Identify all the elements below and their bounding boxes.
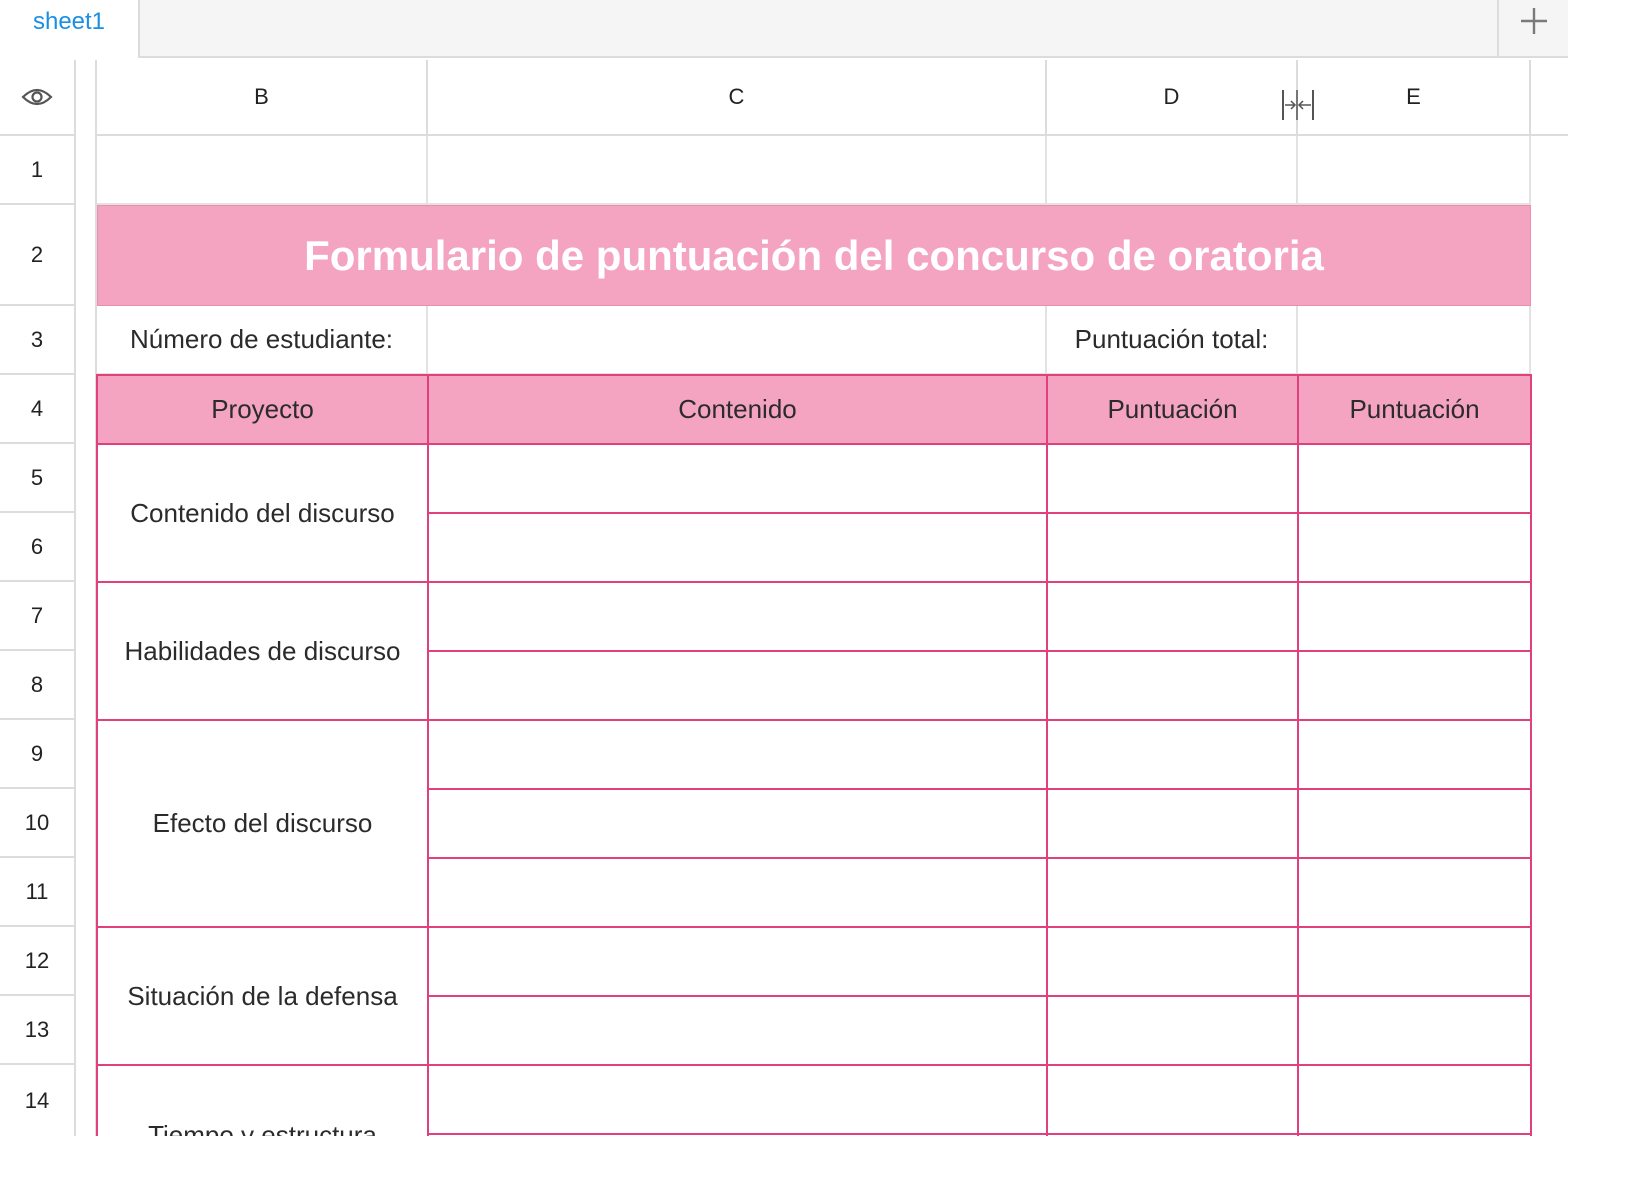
row-header-13[interactable]: 13 [0, 996, 76, 1065]
column-header-c[interactable]: C [428, 60, 1047, 136]
table-header-score-2[interactable]: Puntuación [1298, 375, 1531, 444]
table-border [97, 1064, 1531, 1066]
table-border [1046, 374, 1048, 1136]
project-cell-content[interactable]: Contenido del discurso [97, 444, 428, 582]
tab-sheet1[interactable]: sheet1 [0, 0, 140, 58]
table-border [1530, 374, 1532, 1136]
cell-b3[interactable]: Número de estudiante: [97, 306, 428, 375]
eye-icon [21, 88, 53, 106]
header-label: Puntuación [1349, 394, 1480, 424]
project-label: Efecto del discurso [152, 808, 373, 838]
table-border [97, 374, 1531, 376]
column-header-e[interactable]: E [1298, 60, 1531, 136]
table-border [97, 926, 1531, 928]
cell-c1[interactable] [428, 136, 1047, 205]
row-header-4[interactable]: 4 [0, 375, 76, 444]
project-label: Contenido del discurso [130, 497, 395, 528]
row-header-2[interactable]: 2 [0, 205, 76, 306]
row-header-12[interactable]: 12 [0, 927, 76, 996]
header-label: Contenido [678, 394, 797, 424]
row-header-6[interactable]: 6 [0, 513, 76, 582]
column-header-d[interactable]: D [1047, 60, 1298, 136]
row-header-9[interactable]: 9 [0, 720, 76, 789]
header-label: Proyecto [211, 394, 314, 424]
add-sheet-button[interactable] [1497, 0, 1568, 58]
row-header-14[interactable]: 14 [0, 1065, 76, 1136]
table-header-project[interactable]: Proyecto [97, 375, 428, 444]
student-number-field[interactable] [428, 306, 1047, 375]
row-header-3[interactable]: 3 [0, 306, 76, 375]
row-header-7[interactable]: 7 [0, 582, 76, 651]
column-a-collapsed[interactable] [76, 60, 97, 1136]
column-header-f[interactable] [1531, 60, 1568, 136]
student-number-label: Número de estudiante: [129, 324, 394, 354]
cell-e1[interactable] [1298, 136, 1531, 205]
cell-d3[interactable]: Puntuación total: [1047, 306, 1298, 375]
project-label: Tiempo y estructura [148, 1120, 377, 1136]
project-label: Habilidades de discurso [124, 635, 401, 666]
table-border [428, 857, 1531, 859]
table-border [97, 581, 1531, 583]
total-score-field[interactable] [1298, 306, 1531, 375]
table-border [97, 443, 1531, 445]
table-header-score-1[interactable]: Puntuación [1047, 375, 1298, 444]
column-resize-icon[interactable] [1281, 88, 1315, 122]
table-border [97, 719, 1531, 721]
sheet-tab-bar: sheet1 [0, 0, 1568, 58]
row-header-8[interactable]: 8 [0, 651, 76, 720]
table-border [428, 512, 1531, 514]
table-border [428, 1133, 1531, 1135]
project-label: Situación de la defensa [127, 980, 398, 1011]
project-cell-time[interactable]: Tiempo y estructura [97, 1065, 428, 1136]
cell-d1[interactable] [1047, 136, 1298, 205]
column-header-b[interactable]: B [97, 60, 428, 136]
table-border [428, 788, 1531, 790]
table-border [427, 374, 429, 1136]
row-header-5[interactable]: 5 [0, 444, 76, 513]
project-cell-skills[interactable]: Habilidades de discurso [97, 582, 428, 720]
table-border [1297, 374, 1299, 1136]
sheet-title-cell[interactable]: Formulario de puntuación del concurso de… [97, 205, 1531, 306]
toggle-visibility-button[interactable] [0, 60, 76, 136]
sheet-title: Formulario de puntuación del concurso de… [304, 231, 1324, 279]
cell-b1[interactable] [97, 136, 428, 205]
total-score-label: Puntuación total: [1074, 324, 1269, 354]
table-header-content[interactable]: Contenido [428, 375, 1047, 444]
table-border [428, 995, 1531, 997]
spreadsheet-app: sheet1 B C D E 1 2 3 4 5 6 7 8 9 10 11 1… [0, 0, 1568, 1136]
project-cell-effect[interactable]: Efecto del discurso [97, 720, 428, 927]
row-header-11[interactable]: 11 [0, 858, 76, 927]
header-label: Puntuación [1107, 394, 1238, 424]
table-border [428, 650, 1531, 652]
row-header-1[interactable]: 1 [0, 136, 76, 205]
row-header-10[interactable]: 10 [0, 789, 76, 858]
table-border [96, 374, 98, 1136]
tab-label: sheet1 [32, 8, 106, 35]
project-cell-defense[interactable]: Situación de la defensa [97, 927, 428, 1065]
plus-icon [1520, 8, 1547, 34]
